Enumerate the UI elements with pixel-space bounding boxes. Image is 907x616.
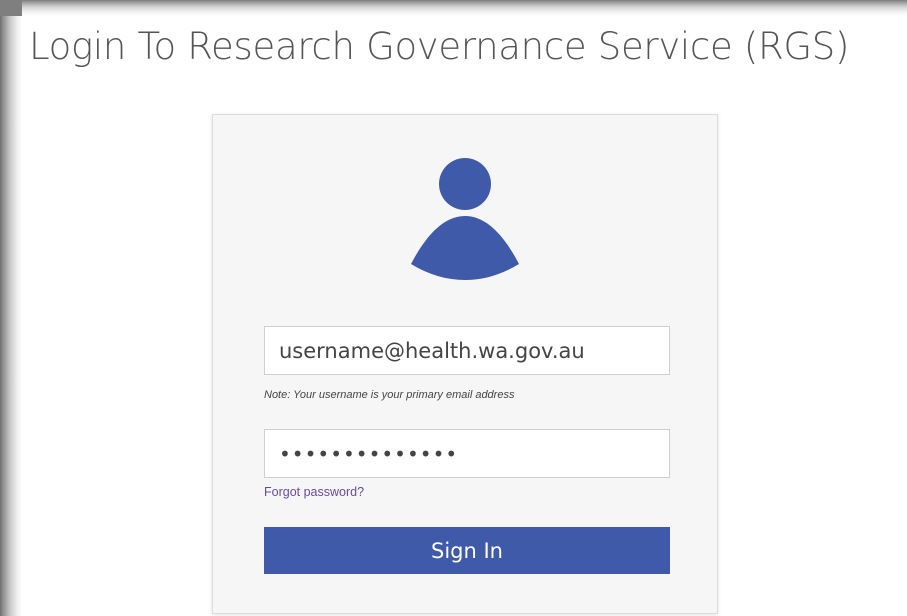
password-input[interactable]	[264, 429, 670, 478]
window-frame-top	[0, 0, 907, 16]
page-title: Login To Research Governance Service (RG…	[29, 25, 850, 68]
sign-in-button[interactable]: Sign In	[264, 527, 670, 574]
forgot-password-link[interactable]: Forgot password?	[264, 485, 364, 499]
user-silhouette-icon	[411, 158, 519, 280]
username-input[interactable]	[264, 326, 670, 375]
username-note: Note: Your username is your primary emai…	[264, 389, 515, 401]
window-frame-left	[0, 0, 22, 616]
login-card: Note: Your username is your primary emai…	[212, 114, 718, 614]
window-frame-corner	[0, 0, 22, 16]
